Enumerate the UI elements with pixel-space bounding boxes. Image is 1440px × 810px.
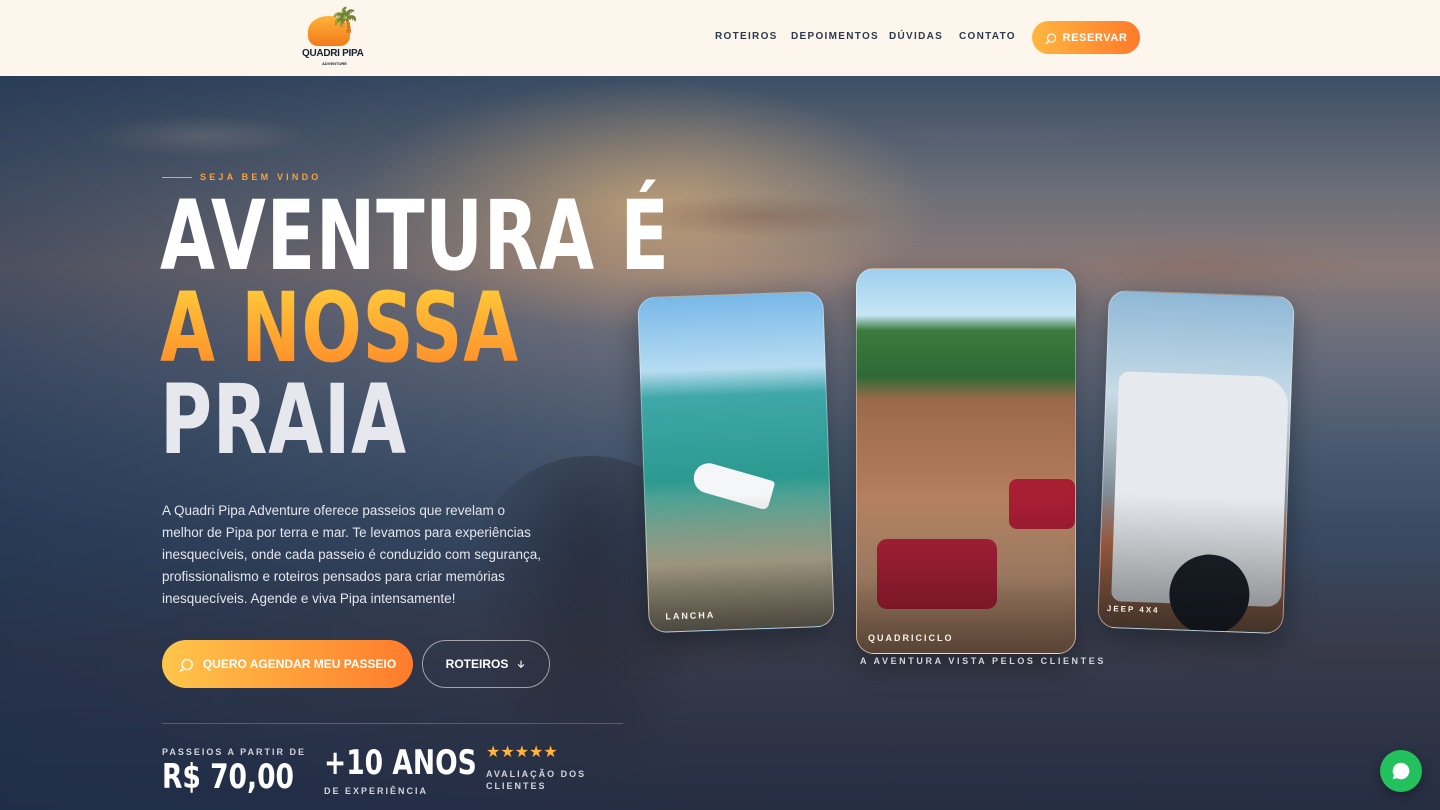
- price-label: PASSEIOS A PARTIR DE: [162, 747, 307, 757]
- hero-headline: AVENTURA É A NOSSA PRAIA: [160, 180, 670, 476]
- price-value: R$ 70,00: [162, 757, 295, 797]
- reservar-label: RESERVAR: [1062, 31, 1128, 44]
- card-title-jeep: JEEP 4X4: [1106, 603, 1160, 615]
- nav-depoimentos[interactable]: DEPOIMENTOS: [791, 31, 879, 42]
- card-quadriciclo[interactable]: QUADRICICLO: [856, 268, 1076, 654]
- palm-tree-icon: 🌴: [330, 6, 360, 34]
- rating-stars-icon: ★★★★★: [486, 742, 558, 761]
- years-label: DE EXPERIÊNCIA: [324, 786, 429, 796]
- roteiros-label: ROTEIROS: [445, 657, 509, 671]
- stats-divider: [162, 723, 623, 724]
- arrow-down-icon: [518, 660, 525, 669]
- card-jeep[interactable]: JEEP 4X4: [1097, 289, 1295, 635]
- card-shade: [857, 499, 1075, 653]
- whatsapp-chat-icon: [1392, 762, 1410, 780]
- card-title-lancha: LANCHA: [665, 609, 716, 622]
- headline-line-1: AVENTURA É: [160, 180, 670, 292]
- nav-contato[interactable]: CONTATO: [959, 31, 1016, 42]
- roteiros-button[interactable]: ROTEIROS: [422, 640, 550, 688]
- headline-line-3: PRAIA: [160, 364, 407, 476]
- agendar-label: QUERO AGENDAR MEU PASSEIO: [202, 657, 397, 671]
- chat-bubble-icon: [1044, 32, 1056, 44]
- whatsapp-chat-button[interactable]: [1380, 750, 1422, 792]
- hero-description: A Quadri Pipa Adventure oferece passeios…: [162, 503, 541, 606]
- cards-caption: A AVENTURA VISTA PELOS CLIENTES: [860, 656, 1106, 666]
- site-header: 🌴 QUADRI PIPA ADVENTURE ROTEIROS DEPOIME…: [0, 0, 1440, 76]
- eyebrow-line: [162, 176, 192, 178]
- card-lancha[interactable]: LANCHA: [637, 290, 835, 634]
- brand-logo[interactable]: 🌴 QUADRI PIPA ADVENTURE: [300, 6, 364, 70]
- logo-subtext: ADVENTURE: [322, 61, 347, 66]
- years-value: +10 ANOS: [324, 743, 477, 783]
- card-title-quadriciclo: QUADRICICLO: [868, 633, 954, 643]
- rating-label: AVALIAÇÃO DOS CLIENTES: [486, 769, 587, 791]
- chat-bubble-icon: [179, 658, 193, 672]
- nav-duvidas[interactable]: DÚVIDAS: [889, 31, 943, 42]
- logo-wordmark: QUADRI PIPA: [302, 48, 364, 59]
- nav-roteiros[interactable]: ROTEIROS: [715, 31, 778, 42]
- reservar-button[interactable]: RESERVAR: [1032, 21, 1140, 54]
- headline-line-2: A NOSSA: [160, 280, 670, 376]
- agendar-passeio-button[interactable]: QUERO AGENDAR MEU PASSEIO: [162, 640, 413, 688]
